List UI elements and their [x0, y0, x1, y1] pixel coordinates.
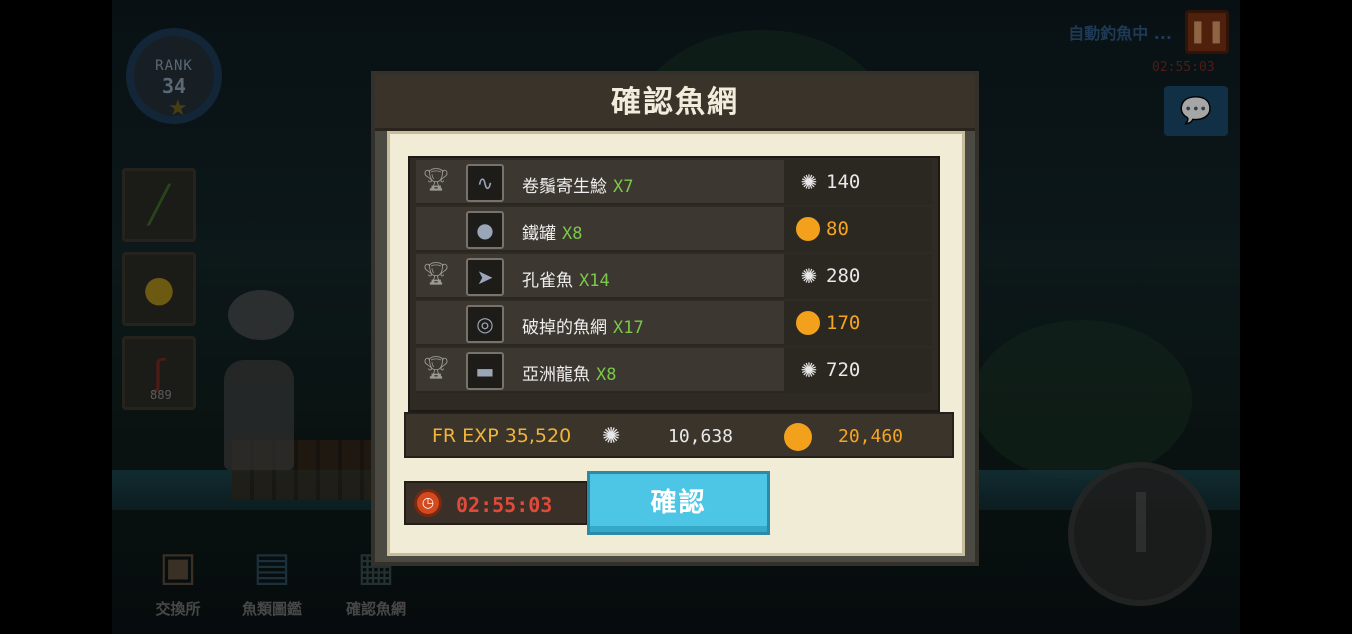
trophy-icon: 🏆︎	[422, 168, 450, 193]
net-timer-value: 02:55:03	[456, 493, 553, 517]
catch-name: 鐵罐 X8	[522, 219, 582, 244]
reward-cell: 170	[784, 301, 932, 346]
catch-name: 亞洲龍魚 X8	[522, 360, 616, 385]
reward-value: 720	[826, 359, 861, 381]
coin-total: 20,460	[838, 426, 904, 447]
reward-value: 80	[826, 218, 849, 240]
catch-name: 破掉的魚網 X17	[522, 313, 644, 338]
coin-icon	[796, 217, 820, 241]
item-name: 孔雀魚	[522, 271, 573, 291]
reward-value: 280	[826, 265, 861, 287]
coin-icon	[796, 311, 820, 335]
item-qty: X17	[613, 318, 644, 338]
catch-row[interactable]: 🏆︎ ➤ 孔雀魚 X14 ✺ 280	[416, 254, 932, 299]
exp-total: 10,638	[668, 426, 734, 447]
reward-cell: 80	[784, 207, 932, 252]
can-icon: ●	[466, 211, 504, 249]
item-name: 亞洲龍魚	[522, 365, 590, 385]
item-qty: X14	[579, 271, 610, 291]
item-qty: X8	[562, 224, 583, 244]
net-icon: ◎	[466, 305, 504, 343]
catch-row[interactable]: ● 鐵罐 X8 80	[416, 207, 932, 252]
reward-cell: ✺ 720	[784, 348, 932, 393]
reward-cell: ✺ 280	[784, 254, 932, 299]
item-qty: X7	[613, 177, 634, 197]
catch-list[interactable]: 🏆︎ ∿ 卷鬚寄生鯰 X7 ✺ 140 ● 鐵罐 X8 80 🏆︎ ➤ 孔雀魚 X14…	[408, 156, 940, 412]
item-name: 卷鬚寄生鯰	[522, 177, 607, 197]
reward-cell: ✺ 140	[784, 160, 932, 205]
net-timer: ◷ 02:55:03	[404, 481, 588, 525]
item-name: 破掉的魚網	[522, 318, 607, 338]
exp-fish-icon: ✺	[800, 264, 818, 288]
reward-value: 140	[826, 171, 861, 193]
exp-fish-icon: ✺	[602, 424, 621, 449]
guppy-icon: ➤	[466, 258, 504, 296]
catch-row[interactable]: 🏆︎ ▬ 亞洲龍魚 X8 ✺ 720	[416, 348, 932, 393]
arowana-icon: ▬	[466, 352, 504, 390]
trophy-icon: 🏆︎	[422, 356, 450, 381]
coin-icon	[784, 423, 812, 451]
item-qty: X8	[596, 365, 617, 385]
item-name: 鐵罐	[522, 224, 556, 244]
catch-name: 卷鬚寄生鯰 X7	[522, 172, 633, 197]
exp-fish-icon: ✺	[800, 358, 818, 382]
worm-icon: ∿	[466, 164, 504, 202]
confirm-net-dialog: 確認魚網 🏆︎ ∿ 卷鬚寄生鯰 X7 ✺ 140 ● 鐵罐 X8 80 🏆︎ ➤ 孔…	[371, 71, 979, 566]
dialog-title: 確認魚網	[375, 75, 975, 131]
catch-row[interactable]: ◎ 破掉的魚網 X17 170	[416, 301, 932, 346]
fr-exp-total: FR EXP 35,520	[432, 425, 572, 447]
stopwatch-icon: ◷	[414, 489, 442, 517]
dialog-body: 🏆︎ ∿ 卷鬚寄生鯰 X7 ✺ 140 ● 鐵罐 X8 80 🏆︎ ➤ 孔雀魚 X14…	[387, 131, 965, 556]
exp-fish-icon: ✺	[800, 170, 818, 194]
confirm-button[interactable]: 確認	[587, 471, 770, 535]
catch-name: 孔雀魚 X14	[522, 266, 610, 291]
catch-row[interactable]: 🏆︎ ∿ 卷鬚寄生鯰 X7 ✺ 140	[416, 160, 932, 205]
summary-bar: FR EXP 35,520 ✺ 10,638 20,460	[404, 412, 954, 458]
reward-value: 170	[826, 312, 861, 334]
trophy-icon: 🏆︎	[422, 262, 450, 287]
